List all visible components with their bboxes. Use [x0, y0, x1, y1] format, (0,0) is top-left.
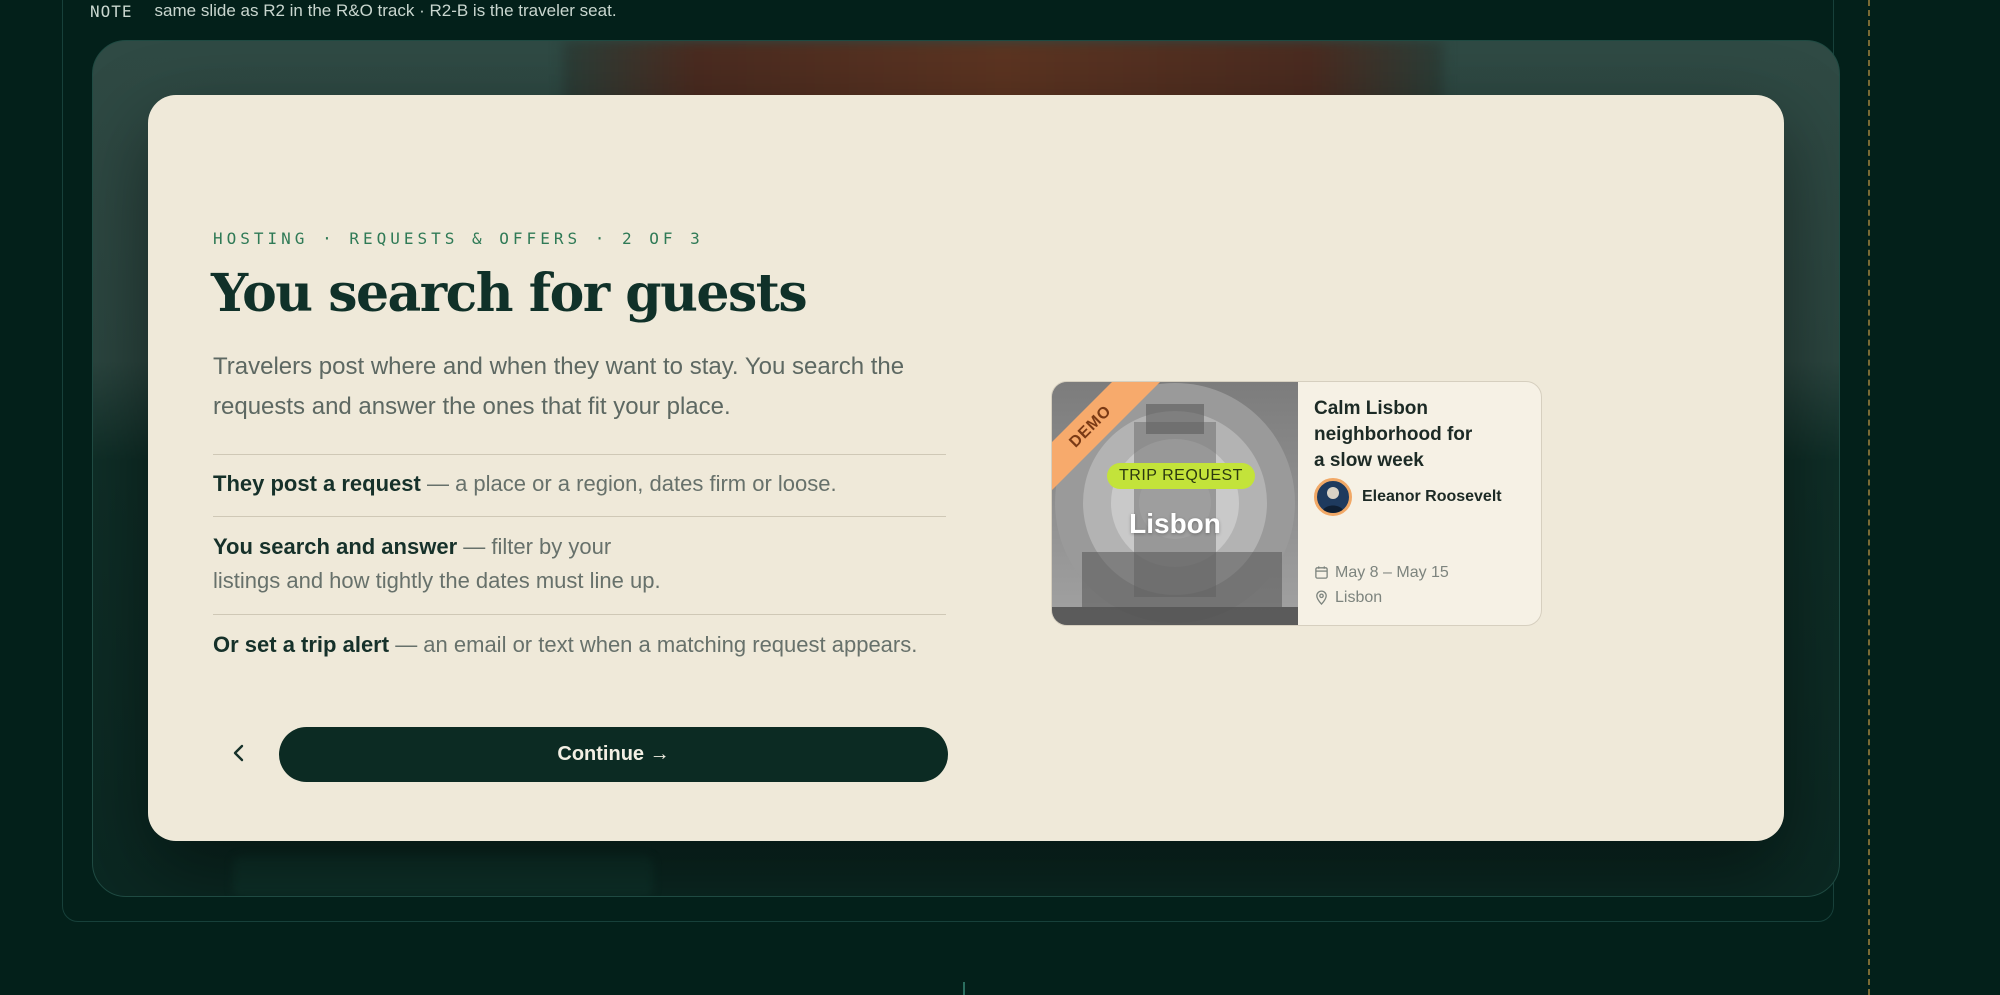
lede-text: Travelers post where and when they want … — [213, 353, 905, 420]
trip-location: Lisbon — [1335, 589, 1383, 606]
bottom-tick — [963, 982, 965, 995]
location-row: Lisbon — [1314, 585, 1449, 610]
list-item-text: — an email or text when a matching reque… — [389, 632, 918, 657]
list-item: They post a request — a place or a regio… — [213, 454, 946, 516]
trip-request-card[interactable]: DEMO TRIP REQUEST Lisbon Calm Lisbon nei… — [1051, 381, 1542, 626]
list-item-text: — filter by your — [457, 534, 612, 559]
list-item-title: They post a request — [213, 471, 421, 496]
host-name: Eleanor Roosevelt — [1362, 488, 1502, 505]
card-title: Calm Lisbon neighborhood for a slow week — [1314, 398, 1473, 471]
trip-dates: May 8 – May 15 — [1335, 564, 1449, 581]
calendar-icon — [1314, 565, 1329, 580]
map-pin-icon — [1314, 590, 1329, 605]
list-item-title: You search and answer — [213, 534, 458, 559]
dashed-guide — [1868, 0, 1870, 995]
list-item-text: — a place or a region, dates firm or loo… — [420, 471, 837, 496]
avatar — [1314, 478, 1352, 516]
card-body: Calm Lisbon neighborhood for a slow week… — [1314, 396, 1529, 516]
card-city: Lisbon — [1129, 508, 1221, 539]
list-item-text: listings and how tightly the dates must … — [213, 568, 661, 593]
list-item: You search and answer — filter by your l… — [213, 516, 946, 614]
feature-list: They post a request — a place or a regio… — [213, 454, 946, 674]
list-item-title: Or set a trip alert — [213, 632, 390, 657]
trip-request-badge: TRIP REQUEST — [1107, 463, 1255, 489]
back-button[interactable] — [211, 727, 267, 783]
chevron-left-icon — [232, 744, 246, 767]
dates-row: May 8 – May 15 — [1314, 560, 1449, 585]
list-item: Or set a trip alert — an email or text w… — [213, 614, 946, 674]
host-row: Eleanor Roosevelt — [1314, 478, 1529, 516]
eyebrow: HOSTING · REQUESTS & OFFERS · 2 OF 3 — [213, 229, 704, 248]
continue-button[interactable]: Continue → — [279, 727, 948, 782]
page-title: You search for guests — [211, 263, 808, 324]
onboarding-modal: HOSTING · REQUESTS & OFFERS · 2 OF 3 You… — [148, 95, 1784, 841]
background-title — [233, 856, 653, 896]
card-image: DEMO TRIP REQUEST Lisbon — [1052, 382, 1298, 625]
app-preview: HOSTING · REQUESTS & OFFERS · 2 OF 3 You… — [92, 40, 1840, 897]
card-meta: May 8 – May 15 Lisbon — [1314, 560, 1449, 610]
